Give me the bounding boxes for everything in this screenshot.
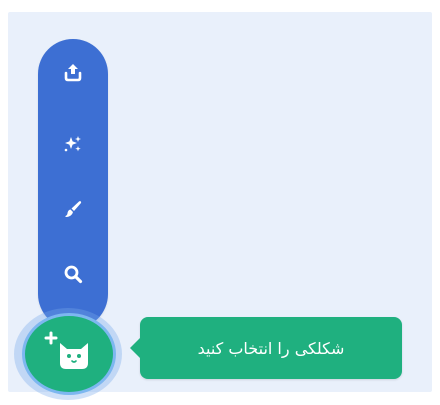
- choose-sprite-tooltip: شکلکی را انتخاب کنید: [130, 317, 402, 379]
- choose-sprite-search-button[interactable]: [38, 249, 108, 299]
- paint-sprite-button[interactable]: [38, 184, 108, 234]
- surprise-sprite-button[interactable]: [38, 119, 108, 169]
- upload-icon: [62, 61, 84, 83]
- tooltip-arrow: [130, 338, 140, 358]
- upload-sprite-button[interactable]: [38, 47, 108, 97]
- search-icon: [62, 263, 84, 285]
- paintbrush-icon: [62, 198, 84, 220]
- cat-add-icon: [44, 329, 94, 379]
- tooltip-label: شکلکی را انتخاب کنید: [197, 338, 345, 358]
- choose-sprite-button[interactable]: [22, 313, 116, 395]
- sprite-menu: [38, 39, 108, 329]
- sparkle-surprise-icon: [62, 133, 84, 155]
